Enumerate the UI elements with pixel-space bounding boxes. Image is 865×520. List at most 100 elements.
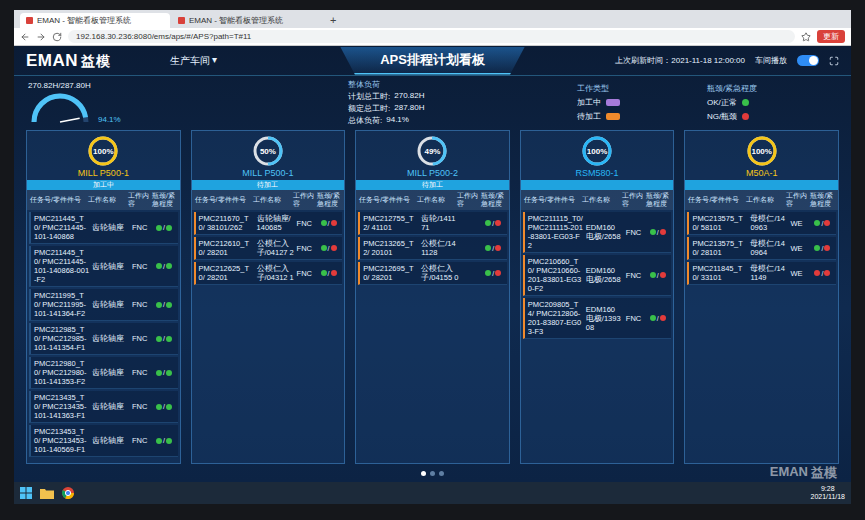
windows-start-icon[interactable] bbox=[20, 487, 32, 499]
task-row[interactable]: PMC212980_T0/ PMC212980-101-141353-F2齿轮轴… bbox=[29, 357, 178, 389]
urgency-dot bbox=[166, 438, 172, 444]
task-number: PMC213575_T0/ 28101 bbox=[692, 239, 748, 257]
machine-percent: 50% bbox=[252, 135, 284, 167]
urgency-dot bbox=[824, 270, 830, 276]
task-row[interactable]: PMC213453_T0/ PMC213453-101-140569-F1齿轮轴… bbox=[29, 425, 178, 457]
task-number: PMC211445_T0/ PMC211445-101-140868 bbox=[34, 214, 90, 241]
urgency-status: / bbox=[485, 244, 504, 253]
urgency-dot bbox=[660, 229, 666, 235]
forward-icon[interactable] bbox=[36, 32, 46, 42]
urgency-dot bbox=[166, 370, 172, 376]
legend-item: NG/瓶颈 bbox=[707, 111, 837, 122]
column-header: 工作内容 bbox=[457, 192, 479, 208]
browser-tab[interactable]: EMAN - 智能看板管理系统 bbox=[20, 13, 170, 28]
update-button[interactable]: 更新 bbox=[817, 30, 845, 43]
urgency-status: / bbox=[156, 402, 175, 411]
bottleneck-dot bbox=[485, 220, 491, 226]
work-name: 齿轮轴座 bbox=[92, 300, 130, 309]
task-row[interactable]: PMC211115_T0/ PMC211115-201-83801-EG03-F… bbox=[523, 212, 672, 253]
bottleneck-dot bbox=[156, 438, 162, 444]
column-header: 工作内容 bbox=[622, 192, 644, 208]
task-row[interactable]: PMC212625_T0/ 28201公模仁入 子/04312 1FNC/ bbox=[194, 262, 343, 285]
task-row[interactable]: PMC213575_T0/ 58101母模仁/14 0963WE/ bbox=[687, 212, 836, 235]
machine-name: MILL P500-2 bbox=[407, 168, 458, 178]
task-row[interactable]: PMC213435_T0/ PMC213435-101-141363-F1齿轮轴… bbox=[29, 391, 178, 423]
work-content: FNC bbox=[132, 223, 154, 232]
bottleneck-dot bbox=[814, 220, 820, 226]
urgency-status: / bbox=[650, 271, 669, 280]
logo: EMAN益模 bbox=[26, 51, 110, 71]
task-row[interactable]: PMC212610_T0/ 28201公模仁入 子/04127 2FNC/ bbox=[194, 237, 343, 260]
page-dot[interactable] bbox=[430, 471, 435, 476]
task-number: PMC212755_T2/ 41101 bbox=[363, 214, 419, 232]
address-bar: 192.168.30.236:8080/ems/aps/#/APS?path=T… bbox=[14, 28, 851, 46]
work-name: 齿轮/1411 71 bbox=[421, 214, 459, 232]
phase-bar bbox=[521, 180, 674, 190]
urgency-status: / bbox=[156, 262, 175, 271]
table-header: 任务号/零件件号工作名称工作内容瓶颈/紧急程度 bbox=[356, 190, 509, 210]
reload-icon[interactable] bbox=[52, 32, 62, 42]
column-header: 工作名称 bbox=[88, 196, 126, 204]
task-row[interactable]: PMC211445_T0/ PMC211445-101-140868-001-F… bbox=[29, 246, 178, 287]
browser-icon[interactable] bbox=[62, 487, 74, 499]
summary: 270.82H/287.80H94.1%整体负荷计划总工时:270.82H额定总… bbox=[14, 76, 851, 128]
table-header: 任务号/零件件号工作名称工作内容瓶颈/紧急程度 bbox=[192, 190, 345, 210]
column-header: 任务号/零件件号 bbox=[30, 196, 86, 204]
task-row[interactable]: PMC209805_T4/ PMC212806-201-83807-EG03-F… bbox=[523, 298, 672, 339]
task-row[interactable]: PMC211995_T0/ PMC211995-101-141364-F2齿轮轴… bbox=[29, 289, 178, 321]
urgency-status: / bbox=[814, 219, 833, 228]
bottleneck-dot bbox=[814, 245, 820, 251]
column-header: 工作名称 bbox=[417, 196, 455, 204]
work-name: EDM160 电极/1393 08 bbox=[586, 305, 624, 332]
task-row[interactable]: PMC212755_T2/ 41101齿轮/1411 71/ bbox=[358, 212, 507, 235]
bottleneck-dot bbox=[156, 336, 162, 342]
task-row[interactable]: PMC213265_T2/ 20101公模仁/14 1128/ bbox=[358, 237, 507, 260]
work-content: FNC bbox=[626, 314, 648, 323]
urgency-status: / bbox=[156, 436, 175, 445]
address-field[interactable]: 192.168.30.236:8080/ems/aps/#/APS?path=T… bbox=[68, 30, 795, 43]
task-number: PMC211445_T0/ PMC211445-101-140868-001-F… bbox=[34, 248, 90, 284]
task-row[interactable]: PMC212985_T0/ PMC212985-101-141354-F1齿轮轴… bbox=[29, 323, 178, 355]
urgency-status: / bbox=[321, 219, 340, 228]
page-dot[interactable] bbox=[439, 471, 444, 476]
work-content: FNC bbox=[132, 334, 154, 343]
task-row[interactable]: PMC212695_T0/ 28201公模仁入 子/04155 0/ bbox=[358, 262, 507, 285]
bottleneck-dot bbox=[321, 245, 327, 251]
urgency-status: / bbox=[650, 314, 669, 323]
star-icon[interactable] bbox=[801, 32, 811, 42]
urgency-status: / bbox=[814, 244, 833, 253]
workshop-select[interactable]: 生产车间▾ bbox=[170, 54, 217, 68]
task-row[interactable]: PMC210660_T0/ PMC210660-201-83801-EG30-F… bbox=[523, 255, 672, 296]
page-dot[interactable] bbox=[421, 471, 426, 476]
task-row[interactable]: PMC211670_T0/ 38101/262齿轮轴座/ 140685FNC/ bbox=[194, 212, 343, 235]
work-name: 母模仁/14 0964 bbox=[750, 239, 788, 257]
machine-percent: 100% bbox=[87, 135, 119, 167]
work-content: FNC bbox=[132, 368, 154, 377]
table-header: 任务号/零件件号工作名称工作内容瓶颈/紧急程度 bbox=[521, 190, 674, 210]
bottleneck-dot bbox=[650, 229, 656, 235]
urgency-dot bbox=[660, 315, 666, 321]
bottleneck-dot bbox=[650, 315, 656, 321]
work-content: FNC bbox=[297, 219, 319, 228]
task-row[interactable]: PMC211445_T0/ PMC211445-101-140868齿轮轴座FN… bbox=[29, 212, 178, 244]
task-row[interactable]: PMC211845_T0/ 33101母模仁/14 1149WE/ bbox=[687, 262, 836, 285]
task-number: PMC212695_T0/ 28201 bbox=[363, 264, 419, 282]
machine-name: RSM580-1 bbox=[576, 168, 619, 178]
load-item: 总体负荷:94.1% bbox=[348, 115, 577, 126]
gauge-icon bbox=[28, 90, 92, 124]
back-icon[interactable] bbox=[20, 32, 30, 42]
browser-tab[interactable]: EMAN - 智能看板管理系统 bbox=[172, 13, 322, 28]
column-header: 瓶颈/紧急程度 bbox=[646, 192, 671, 208]
new-tab-button[interactable]: + bbox=[324, 13, 342, 28]
urgency-dot bbox=[495, 245, 501, 251]
autoplay-toggle[interactable] bbox=[797, 55, 819, 66]
work-name: 齿轮轴座 bbox=[92, 262, 130, 271]
column-header: 工作内容 bbox=[293, 192, 315, 208]
folder-icon[interactable] bbox=[40, 487, 54, 499]
column-header: 工作名称 bbox=[746, 196, 784, 204]
machine-card: 49%MILL P500-2待加工任务号/零件件号工作名称工作内容瓶颈/紧急程度… bbox=[355, 130, 510, 464]
fullscreen-icon[interactable] bbox=[829, 56, 839, 66]
task-number: PMC209805_T4/ PMC212806-201-83807-EG03-F… bbox=[528, 300, 584, 336]
browser-tab-strip: EMAN - 智能看板管理系统EMAN - 智能看板管理系统+ bbox=[14, 10, 851, 28]
task-row[interactable]: PMC213575_T0/ 28101母模仁/14 0964WE/ bbox=[687, 237, 836, 260]
